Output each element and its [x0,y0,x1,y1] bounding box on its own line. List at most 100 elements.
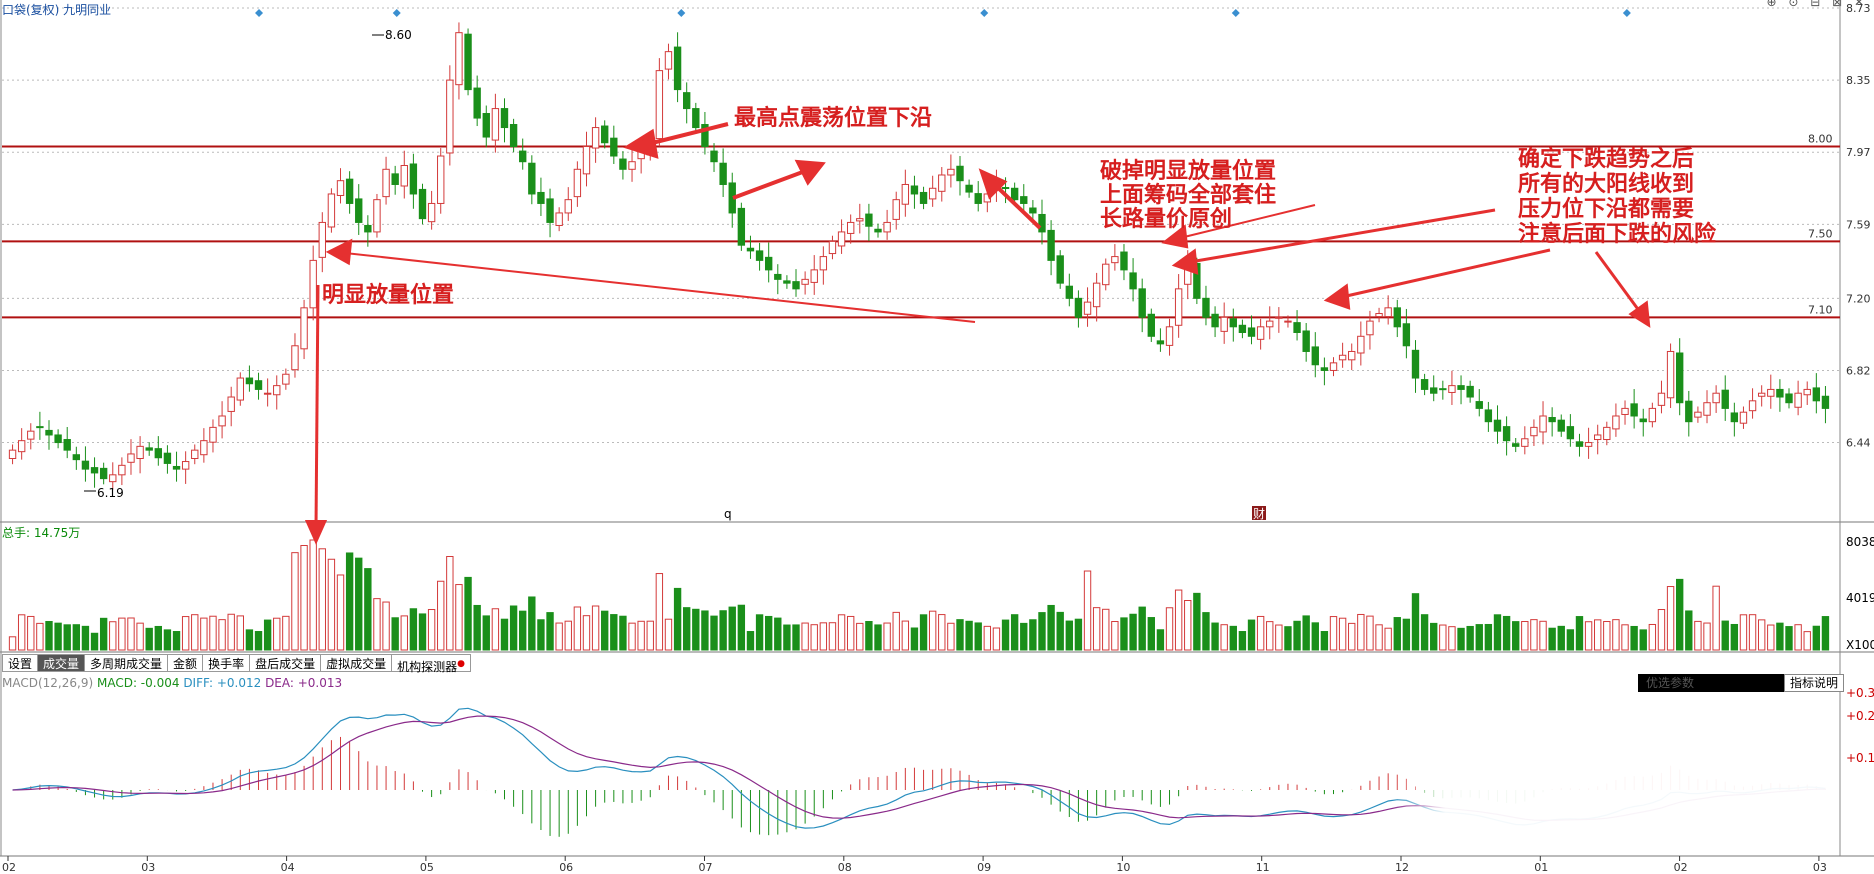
high-price-label: 8.60 [385,28,412,42]
volume-bar [1502,615,1511,651]
tab-amount[interactable]: 金额 [168,654,204,672]
volume-bar [637,620,645,651]
tab-virtual-volume[interactable]: 虚拟成交量 [321,654,393,672]
volume-bar [373,598,381,651]
candle-body [27,430,35,440]
volume-bar [956,619,964,651]
tab-volume[interactable]: 成交量 [38,654,86,672]
candle-body [437,155,445,204]
volume-bar [819,622,828,651]
candle-body [1411,349,1420,379]
volume-bar [1648,623,1657,651]
volume-bar [901,620,910,651]
volume-bar [1174,589,1183,651]
annotation-trend-line-2: 所有的大阳线收到 [1518,171,1694,197]
volume-bar [1612,619,1620,651]
candle-body [1584,442,1593,447]
volume-bar [719,610,727,651]
candle-body [810,269,818,283]
volume-bar [1484,623,1493,651]
volume-bar [409,608,418,651]
tab-multi-period-volume[interactable]: 多周期成交量 [85,654,169,672]
volume-bar [1621,624,1629,651]
volume-bar [1557,625,1565,651]
candle-body [300,307,308,350]
candle-body [1739,411,1748,424]
event-diamond-icon [677,9,686,17]
volume-bar [200,617,208,651]
indicator-help-button[interactable]: 指标说明 [1784,674,1844,692]
tab-after-hours-volume[interactable]: 盘后成交量 [250,654,322,672]
candle-body [1694,411,1702,418]
candle-body [938,174,946,192]
volume-bar [856,622,864,651]
price-tick: 7.20 [1846,292,1871,305]
annotation-break-line-3: 长路量价原创 [1100,206,1232,232]
tab-settings[interactable]: 设置 [2,654,39,672]
candle-body [1138,288,1146,318]
candle-body [1812,387,1821,402]
arrow-head-icon [1323,283,1351,310]
volume-bar [1138,606,1146,651]
candle-body [1092,282,1101,308]
x-tick-label: 05 [420,861,434,874]
candle-body [99,467,108,480]
volume-bar [1211,622,1219,651]
volume-bar [1739,614,1748,651]
volume-axis-mid: 4019 [1846,591,1874,605]
arrow-rise-1 [732,168,809,200]
volume-bar [774,617,782,651]
volume-bar [300,545,308,651]
volume-bar [172,631,181,651]
candle-body [500,108,509,129]
x-axis: 02 03 04 05 06 07 08 09 10 11 12 01 02 03 [2,856,1827,874]
macd-axis-2: +0.2 [1846,709,1874,723]
candle-body [755,250,764,261]
x-tick-label: 06 [559,861,573,874]
candle-body [263,392,272,395]
candle-body [291,345,299,371]
candle-body [737,207,746,246]
tab-turnover[interactable]: 换手率 [203,654,251,672]
candle-body [1220,316,1228,332]
candle-body [473,87,481,119]
volume-bar [1475,624,1483,651]
fade-overlay [1392,754,1838,854]
tab-institution-detector[interactable]: 机构探测器● [392,654,471,674]
volume-bar [1685,610,1693,651]
volume-bar [992,627,1001,651]
volume-bar [655,573,664,651]
volume-bar [437,580,445,651]
volume-bar [837,614,846,651]
optimize-params-button[interactable]: 优选参数 [1638,674,1784,692]
candle-body [1202,297,1210,318]
candle-body [1685,400,1693,423]
candle-body [1594,434,1602,441]
candle-body [1630,403,1638,417]
volume-bar [1247,619,1256,651]
volume-bar [1384,627,1392,651]
candle-body [1111,256,1119,264]
new-dot-icon: ● [457,659,465,669]
volume-bar [227,613,235,651]
volume-bar [163,629,172,651]
candle-body [1211,313,1219,328]
volume-bar [1439,624,1447,651]
candle-body [181,461,190,470]
volume-bar [1302,615,1310,651]
candle-body [1484,409,1493,423]
volume-bar [1320,631,1329,651]
candle-body [17,440,26,453]
volume-bar [391,617,399,651]
candle-body [1047,229,1055,261]
volume-bar [1757,619,1766,651]
volume-bar [1229,625,1237,651]
candle-body [1493,419,1502,432]
candle-body [846,221,855,234]
volume-bar [683,607,691,651]
volume-bar [1156,629,1165,651]
volume-bar [1448,626,1456,651]
volume-bar [928,610,937,651]
volume-bar [254,631,263,651]
volume-bar [892,611,900,651]
